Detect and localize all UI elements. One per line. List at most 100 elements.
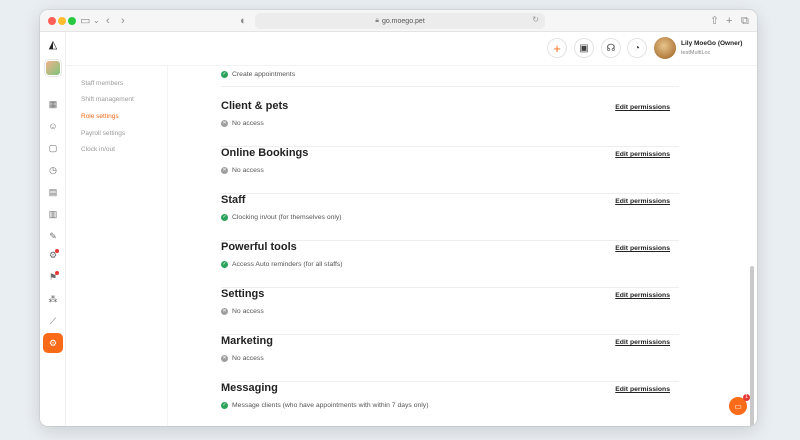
permission-section-marketing: Marketing Edit permissions ✕ No access [221,335,679,382]
check-icon: ✓ [221,261,228,268]
address-bar[interactable]: 🔒︎ go.moego.pet ↻ [255,13,545,29]
edit-permissions-link[interactable]: Edit permissions [615,245,670,252]
close-window-button[interactable] [48,17,56,25]
reload-icon[interactable]: ↻ [532,15,539,24]
marketing-icon[interactable]: ⚑ [43,267,63,287]
section-title: Online Bookings [221,147,309,159]
user-name[interactable]: Lily MoeGo (Owner) [681,40,742,47]
edit-permissions-link[interactable]: Edit permissions [615,339,670,346]
permission-detail-text: No access [232,355,264,362]
edit-permissions-link[interactable]: Edit permissions [615,386,670,393]
support-button[interactable]: ☊ [601,38,621,58]
subnav-item-clock-in-out[interactable]: Clock in/out [81,146,115,153]
network-icon[interactable]: ⁂ [43,289,63,309]
edit-icon[interactable]: ✎ [43,226,63,246]
privacy-shield-icon[interactable]: ◐ [240,14,247,28]
subnav-item-payroll-settings[interactable]: Payroll settings [81,130,125,137]
section-title: Marketing [221,335,273,347]
subnav-item-staff-members[interactable]: Staff members [81,80,123,87]
permission-detail-text: Clocking in/out (for themselves only) [232,214,342,221]
subnav-item-shift-management[interactable]: Shift management [81,96,134,103]
check-icon: ✓ [221,71,228,78]
bell-icon: ◔ [633,42,641,54]
insights-icon[interactable]: ⟋ [43,311,63,331]
permission-detail-text: Access Auto reminders (for all staffs) [232,261,343,268]
moego-logo-icon[interactable]: ◭ [46,38,60,52]
notifications-button[interactable]: ◔ [627,38,647,58]
check-icon: ✓ [221,214,228,221]
permission-detail-text: Create appointments [232,71,296,78]
permission-detail-text: No access [232,308,264,315]
permission-section-client-pets: Client & pets Edit permissions ✕ No acce… [221,100,679,147]
reports-icon[interactable]: ▥ [43,204,63,224]
chevron-down-icon[interactable]: ⌄ [93,14,100,28]
share-icon[interactable]: ⇧ [710,14,719,28]
clients-icon[interactable]: ☺ [43,116,63,136]
permission-section-settings: Settings Edit permissions ✕ No access [221,288,679,335]
forward-icon[interactable]: › [121,14,125,28]
section-title: Messaging [221,382,278,394]
edit-permissions-link[interactable]: Edit permissions [615,198,670,205]
messages-icon[interactable]: ▢ [43,138,63,158]
permission-detail-text: Message clients (who have appointments w… [232,402,429,409]
no-access-icon: ✕ [221,120,228,127]
subnav-item-role-settings[interactable]: Role settings [81,113,119,120]
chat-badge: 1 [743,394,750,401]
no-access-icon: ✕ [221,308,228,315]
online-booking-icon[interactable]: ▤ [43,182,63,202]
permission-detail: ✓ Clocking in/out (for themselves only) [221,214,342,221]
permission-detail: ✓ Message clients (who have appointments… [221,402,428,409]
check-icon: ✓ [221,402,228,409]
permission-detail: ✕ No access [221,167,264,174]
url-text: go.moego.pet [381,17,425,25]
settings-subnav: Staff members Shift management Role sett… [66,66,168,426]
permission-detail: ✕ No access [221,120,264,127]
left-rail: ◭ ▦ ☺ ▢ ◷ ▤ ▥ ✎ ⚙ ⚑ ⁂ ⟋ ⚙ [40,32,66,426]
company-switcher[interactable] [45,60,61,76]
minimize-window-button[interactable] [58,17,66,25]
top-bar: + ▣ ☊ ◔ Lily MoeGo (Owner) testMultiLoc … [66,32,757,66]
clipboard-icon: ▣ [579,42,589,54]
notification-dot [55,271,59,275]
permission-detail-text: No access [232,167,264,174]
reminders-icon[interactable]: ◷ [43,160,63,180]
lock-icon: 🔒︎ [375,17,379,24]
permission-detail: ✕ No access [221,355,264,362]
permissions-panel: ✓ Create appointments Client & pets Edit… [168,66,757,426]
back-icon[interactable]: ‹ [106,14,110,28]
edit-permissions-link[interactable]: Edit permissions [615,292,670,299]
notification-dot [55,249,59,253]
avatar[interactable] [654,37,676,59]
section-title: Powerful tools [221,241,297,253]
browser-toolbar: ▭ ⌄ ‹ › ◐ 🔒︎ go.moego.pet ↻ ⇧ + ⧉ [40,10,757,32]
retail-icon[interactable]: ⚙ [43,245,63,265]
section-title: Client & pets [221,100,289,112]
settings-icon[interactable]: ⚙ [43,333,63,353]
plus-icon: + [553,40,561,56]
sidebar-toggle-icon[interactable]: ▭ [80,14,90,28]
edit-permissions-link[interactable]: Edit permissions [615,151,670,158]
browser-window: ▭ ⌄ ‹ › ◐ 🔒︎ go.moego.pet ↻ ⇧ + ⧉ ◭ ▦ ☺ … [40,10,757,426]
top-permission-detail: ✓ Create appointments [221,71,295,78]
no-access-icon: ✕ [221,355,228,362]
headset-icon: ☊ [606,42,616,54]
section-title: Settings [221,288,265,300]
chat-launcher-button[interactable]: ▭ 1 [729,394,750,415]
permission-section-messaging: Messaging Edit permissions ✓ Message cli… [221,382,679,426]
chat-icon: ▭ [734,401,742,411]
tab-overview-icon[interactable]: ⧉ [741,14,749,28]
maximize-window-button[interactable] [68,17,76,25]
edit-permissions-link[interactable]: Edit permissions [615,104,670,111]
quick-add-button[interactable]: + [547,38,567,58]
no-access-icon: ✕ [221,167,228,174]
permission-detail-text: No access [232,120,264,127]
permission-section-online-bookings: Online Bookings Edit permissions ✕ No ac… [221,147,679,194]
divider [221,86,679,87]
permission-detail: ✕ No access [221,308,264,315]
calendar-icon[interactable]: ▦ [43,94,63,114]
permission-section-powerful-tools: Powerful tools Edit permissions ✓ Access… [221,241,679,288]
tasks-button[interactable]: ▣ [574,38,594,58]
new-tab-icon[interactable]: + [726,14,732,28]
scrollbar[interactable] [750,266,754,426]
section-title: Staff [221,194,246,206]
